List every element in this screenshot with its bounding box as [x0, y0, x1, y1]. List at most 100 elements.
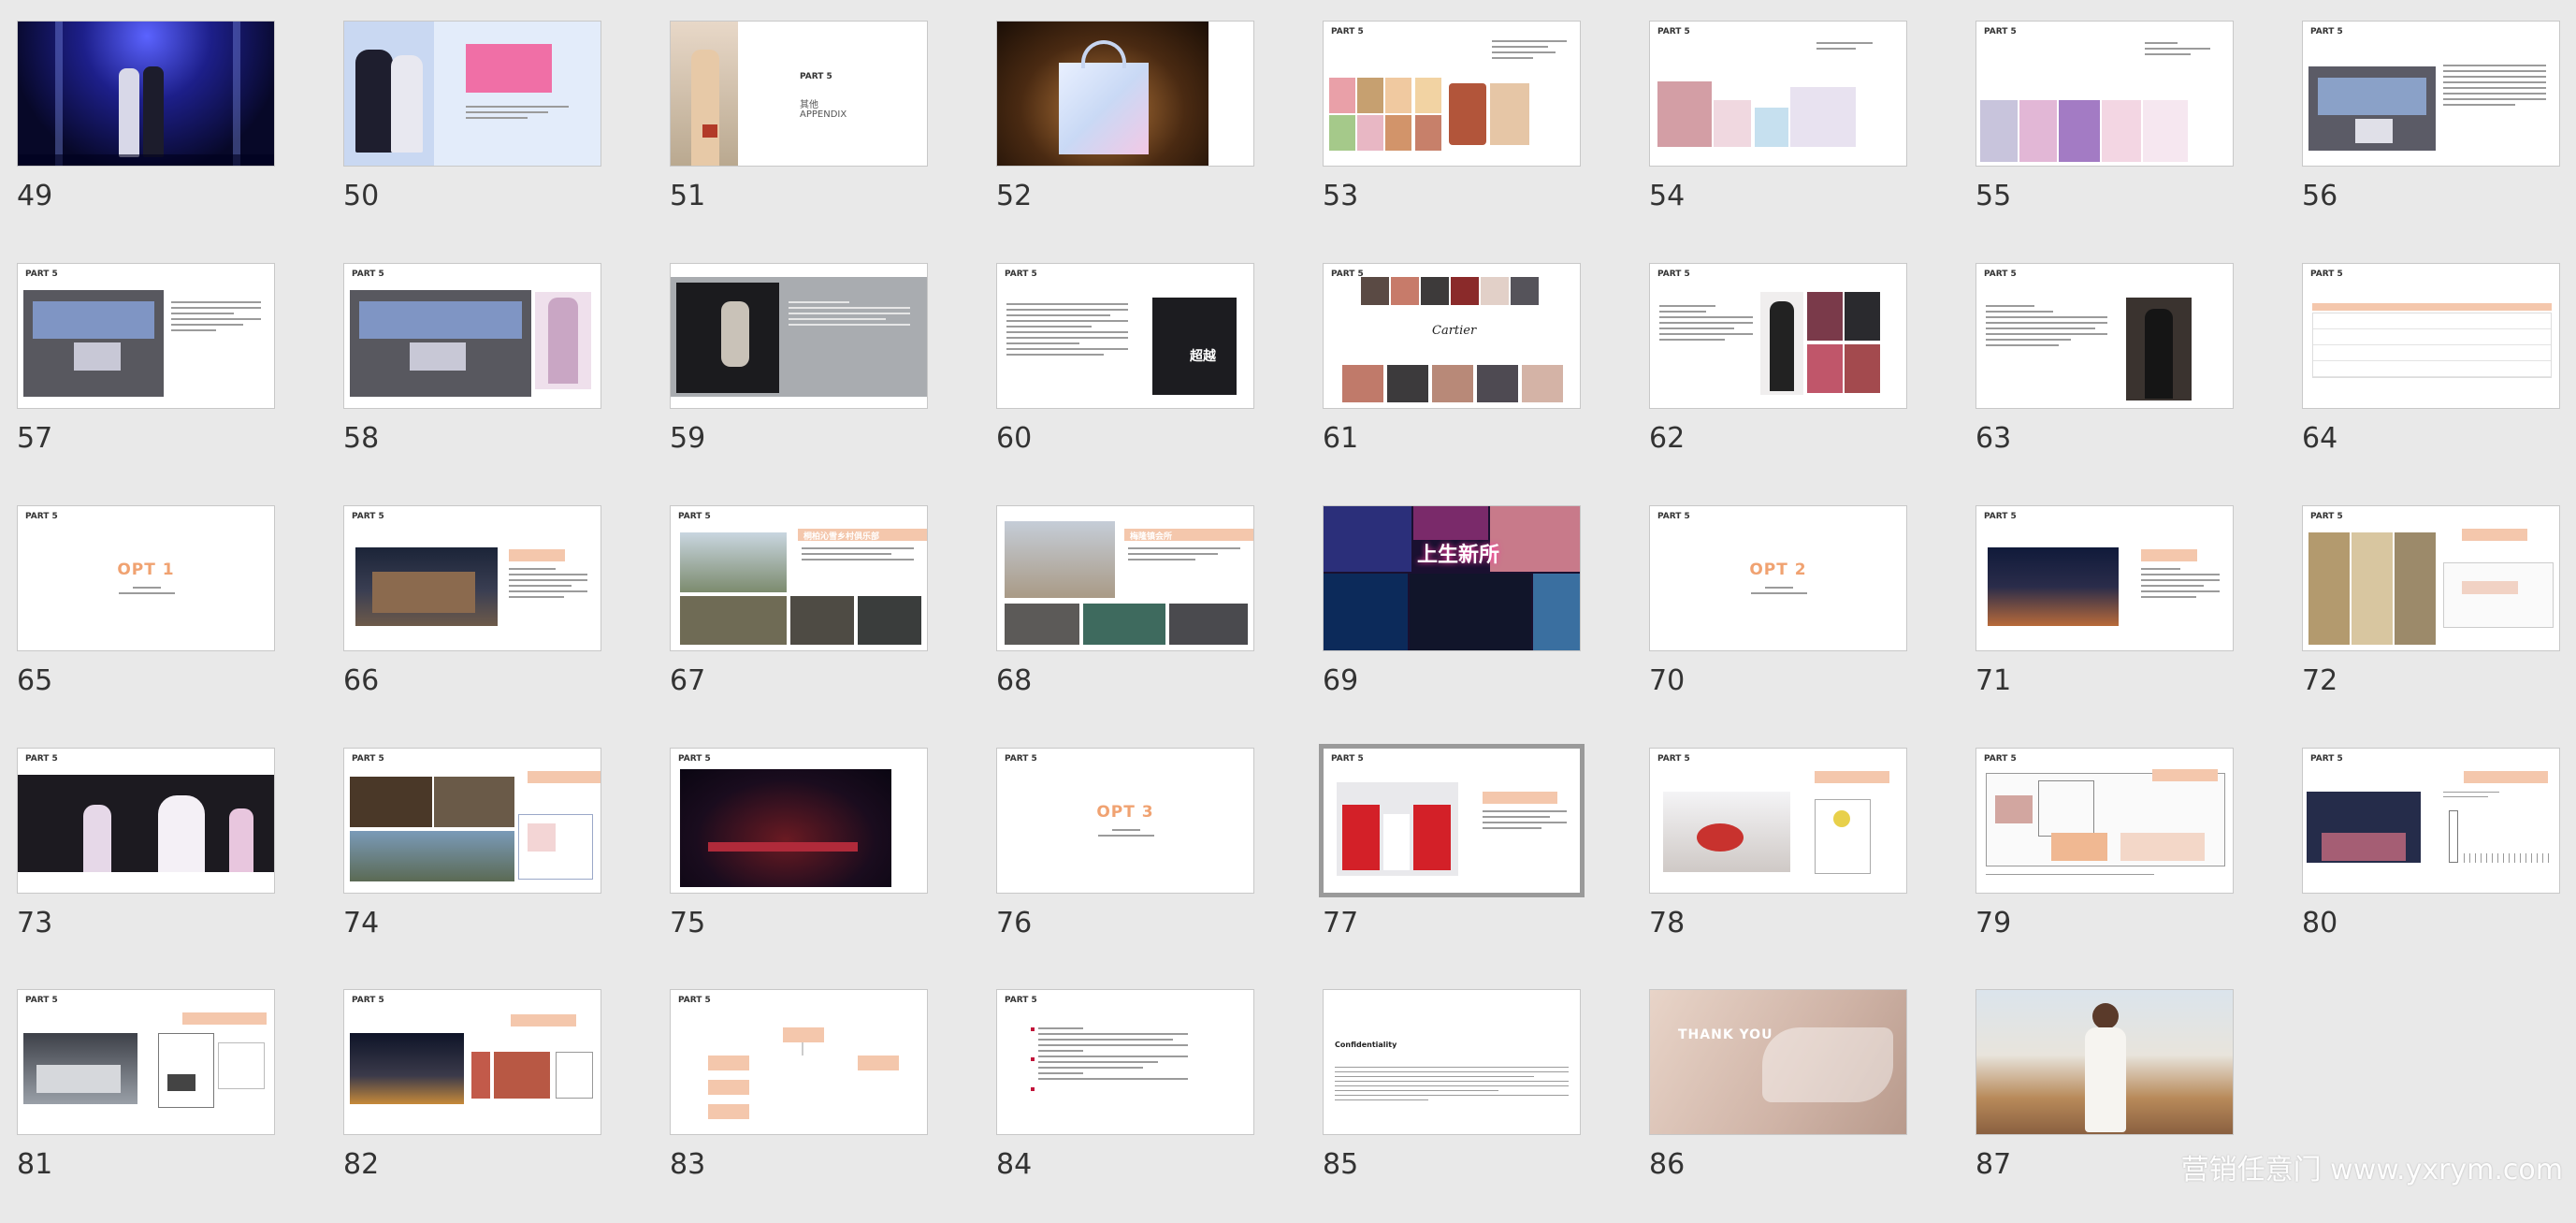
slide-thumbnail[interactable]: PART 5 Cartier 61 — [1323, 263, 1631, 497]
slide-number: 52 — [996, 180, 1033, 212]
slide-thumbnail[interactable]: PART 5 OPT 3 76 — [996, 748, 1305, 982]
slide-thumbnail[interactable]: PART 5 56 — [2302, 21, 2576, 255]
slide-thumbnail[interactable]: PART 5 桐柏沁雪乡村俱乐部 67 — [670, 505, 978, 739]
slide-number: 85 — [1323, 1148, 1359, 1181]
slide-number: 68 — [996, 664, 1033, 697]
slide-preview: PART 5 — [343, 989, 601, 1135]
slide-preview: PART 5 桐柏沁雪乡村俱乐部 — [670, 505, 928, 651]
slide-thumbnail[interactable]: PART 5 54 — [1649, 21, 1958, 255]
slide-preview: PART 5 — [17, 989, 275, 1135]
slide-thumbnail[interactable]: PART 5 72 — [2302, 505, 2576, 739]
slide-thumbnail[interactable]: PART 5 OPT 2 70 — [1649, 505, 1958, 739]
slide-thumbnail[interactable]: PART 5 84 — [996, 989, 1305, 1223]
slide-preview: PART 5 — [2302, 21, 2560, 167]
slide-thumbnail[interactable]: PART 5 57 — [17, 263, 326, 497]
slide-thumbnail[interactable]: PART 5 其他 APPENDIX 51 — [670, 21, 978, 255]
confidentiality-heading: Confidentiality — [1335, 1041, 1397, 1049]
part-label: PART 5 — [2310, 27, 2343, 36]
slide-preview: PART 5 OPT 3 — [996, 748, 1254, 894]
part-label: PART 5 — [1984, 754, 2017, 764]
slide-preview: PART 5 Cartier — [1323, 263, 1581, 409]
part-label: PART 5 — [1657, 269, 1690, 279]
slide-thumbnail[interactable]: PART 5 OPT 1 65 — [17, 505, 326, 739]
slide-thumbnail[interactable]: PART 5 53 — [1323, 21, 1631, 255]
slide-preview: PART 5 — [17, 748, 275, 894]
slide-thumbnail[interactable]: Confidentiality 85 — [1323, 989, 1631, 1223]
venue-title: 桐柏沁雪乡村俱乐部 — [803, 532, 880, 542]
slide-number: 54 — [1649, 180, 1686, 212]
slide-thumbnail[interactable]: PART 5 80 — [2302, 748, 2576, 982]
slide-number: 73 — [17, 907, 53, 939]
slide-thumbnail[interactable]: PART 5 74 — [343, 748, 652, 982]
slide-preview: PART 5 其他 APPENDIX — [670, 21, 928, 167]
slide-thumbnail[interactable]: PART 5 75 — [670, 748, 978, 982]
slide-thumbnail[interactable]: PART 5 超越 60 — [996, 263, 1305, 497]
slide-thumbnail[interactable]: PART 5 81 — [17, 989, 326, 1223]
part-label: PART 5 — [25, 512, 58, 521]
slide-preview: PART 5 — [17, 263, 275, 409]
slide-preview: 梅隆镇会所 — [996, 505, 1254, 651]
slide-thumbnail[interactable]: PART 5 64 — [2302, 263, 2576, 497]
slide-thumbnail[interactable]: PART 5 66 — [343, 505, 652, 739]
part-label: PART 5 — [1657, 27, 1690, 36]
slide-number: 87 — [1975, 1148, 2012, 1181]
slide-number: 83 — [670, 1148, 706, 1181]
part-label: PART 5 — [800, 72, 832, 81]
slide-number: 59 — [670, 422, 706, 455]
appendix-title: 其他 — [800, 100, 818, 110]
slide-number: 63 — [1975, 422, 2012, 455]
part-label: PART 5 — [1657, 754, 1690, 764]
part-label: PART 5 — [1657, 512, 1690, 521]
part-label: PART 5 — [352, 754, 384, 764]
slide-number: 60 — [996, 422, 1033, 455]
slide-number: 75 — [670, 907, 706, 939]
part-label: PART 5 — [352, 512, 384, 521]
slide-preview: PART 5 — [1975, 21, 2234, 167]
slide-preview — [1975, 989, 2234, 1135]
slide-thumbnail[interactable]: PART 5 63 — [1975, 263, 2284, 497]
slide-preview: PART 5 — [343, 505, 601, 651]
part-label: PART 5 — [352, 996, 384, 1005]
slide-number: 84 — [996, 1148, 1033, 1181]
slide-preview: PART 5 — [1323, 21, 1581, 167]
slide-preview: PART 5 — [1649, 263, 1907, 409]
slide-thumbnail[interactable]: PART 5 83 — [670, 989, 978, 1223]
slide-number: 74 — [343, 907, 380, 939]
slide-preview: PART 5 — [670, 748, 928, 894]
slide-thumbnail-selected[interactable]: PART 5 77 — [1319, 744, 1631, 982]
slide-thumbnail[interactable]: PART 5 78 — [1649, 748, 1958, 982]
slide-thumbnail[interactable]: 52 — [996, 21, 1305, 255]
part-label: PART 5 — [1331, 27, 1364, 36]
slide-thumbnail[interactable]: PART 5 79 — [1975, 748, 2284, 982]
slide-thumbnail[interactable]: PART 5 62 — [1649, 263, 1958, 497]
slide-thumbnail[interactable]: 87 — [1975, 989, 2284, 1223]
slide-thumbnail[interactable]: 梅隆镇会所 68 — [996, 505, 1305, 739]
slide-thumbnail[interactable]: THANK YOU 86 — [1649, 989, 1958, 1223]
slide-thumbnail[interactable]: 上生新所 69 — [1323, 505, 1631, 739]
part-label: PART 5 — [1984, 269, 2017, 279]
slide-thumbnail[interactable]: PART 5 73 — [17, 748, 326, 982]
watermark-text: 营销任意门 www.yxrym.com — [2180, 1154, 2563, 1187]
slide-preview: Confidentiality — [1323, 989, 1581, 1135]
part-label: PART 5 — [352, 269, 384, 279]
slide-preview: PART 5 — [1649, 748, 1907, 894]
slide-thumbnail[interactable]: 49 — [17, 21, 326, 255]
slide-thumbnail[interactable]: 50 — [343, 21, 652, 255]
slide-thumbnail[interactable]: PART 5 71 — [1975, 505, 2284, 739]
slide-number: 62 — [1649, 422, 1686, 455]
slide-preview — [17, 21, 275, 167]
slide-preview: PART 5 — [1975, 263, 2234, 409]
slide-thumbnail[interactable]: 59 — [670, 263, 978, 497]
slide-number: 67 — [670, 664, 706, 697]
slide-preview: PART 5 — [1975, 505, 2234, 651]
part-label: PART 5 — [1984, 27, 2017, 36]
slide-preview: PART 5 — [343, 748, 601, 894]
slide-thumbnail[interactable]: PART 5 82 — [343, 989, 652, 1223]
slide-thumbnail[interactable]: PART 5 58 — [343, 263, 652, 497]
slide-number: 77 — [1323, 907, 1359, 939]
slide-thumbnail[interactable]: PART 5 55 — [1975, 21, 2284, 255]
slide-preview — [996, 21, 1254, 167]
slide-preview: PART 5 — [2302, 748, 2560, 894]
appendix-subtitle: APPENDIX — [800, 109, 847, 120]
slide-preview: PART 5 OPT 1 — [17, 505, 275, 651]
